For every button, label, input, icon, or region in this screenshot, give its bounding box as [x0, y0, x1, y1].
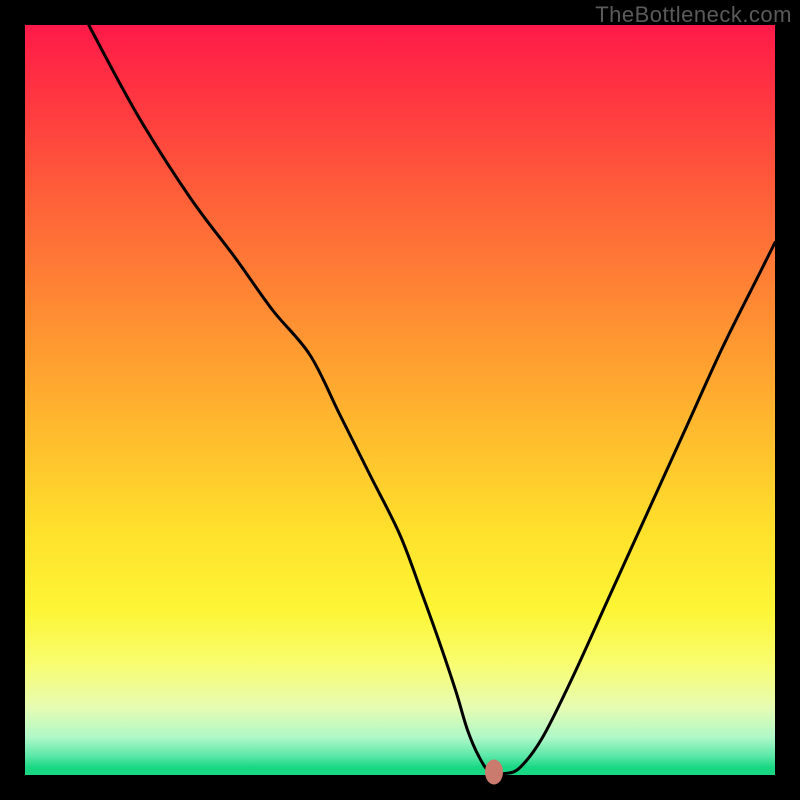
- bottleneck-curve: [25, 25, 775, 775]
- chart-root: TheBottleneck.com: [0, 0, 800, 800]
- minimum-marker: [485, 760, 503, 785]
- plot-area: [25, 25, 775, 775]
